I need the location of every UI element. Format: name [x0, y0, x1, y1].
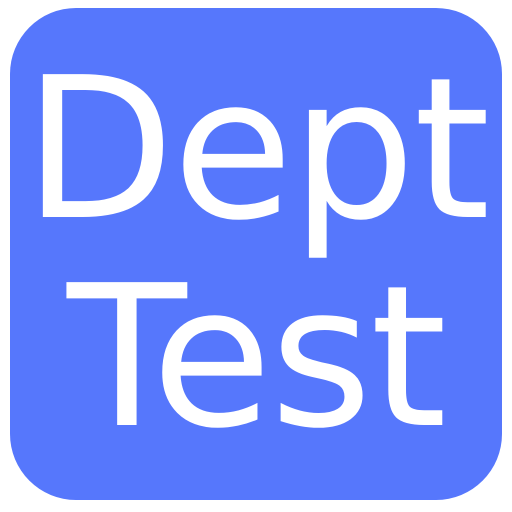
icon-text-line-2: Test — [67, 244, 447, 472]
icon-text-line-1: Dept — [23, 36, 491, 264]
app-icon: Dept Test — [10, 8, 502, 500]
